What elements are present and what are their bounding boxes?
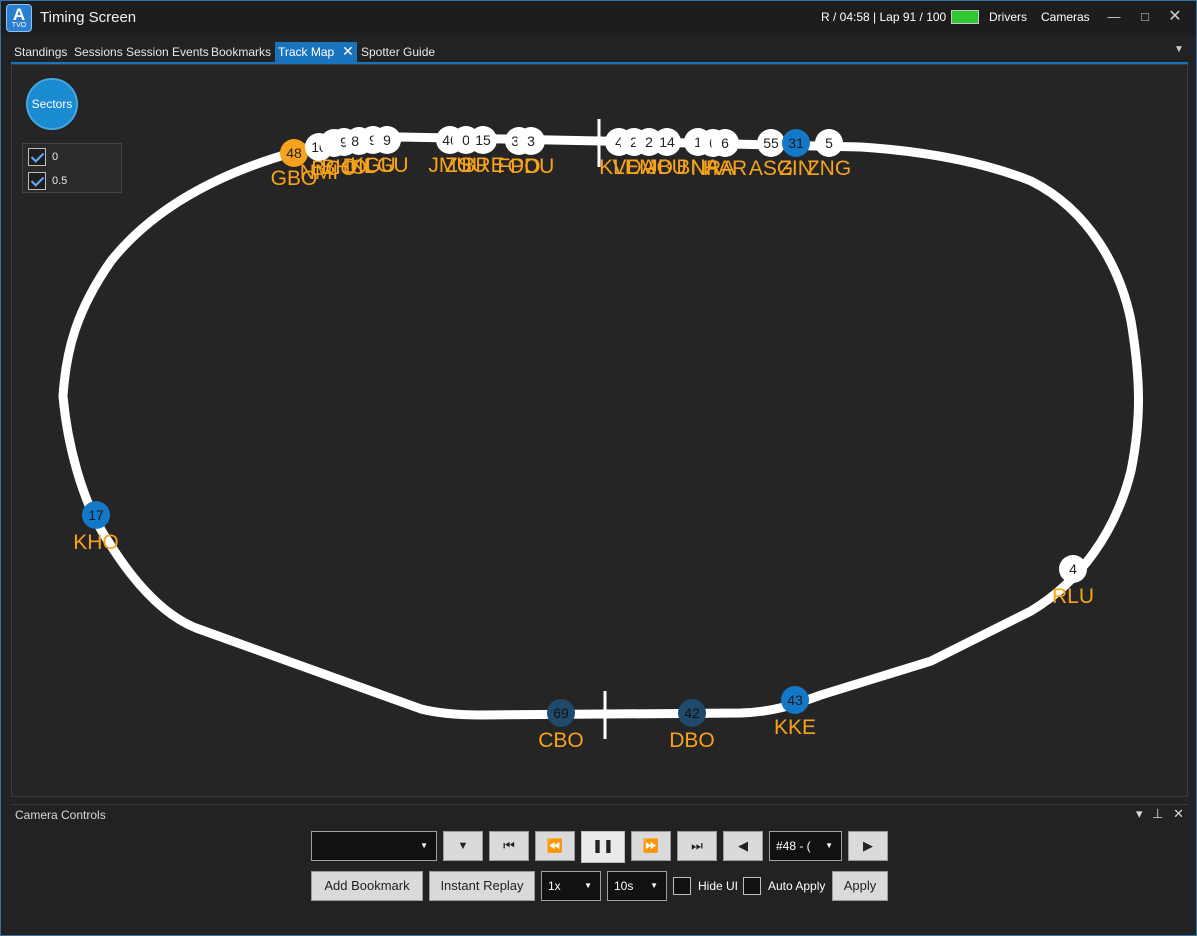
track-outline <box>58 132 1143 720</box>
driver-select-value: #48 - ( <box>776 839 811 853</box>
previous-driver-button[interactable]: ◀ <box>723 831 763 861</box>
duration-select-value: 10s <box>614 879 634 893</box>
camera-select[interactable]: ▼ <box>311 831 437 861</box>
camera-controls-title: Camera Controls <box>15 808 106 822</box>
sectors-button[interactable]: Sectors <box>26 78 78 130</box>
chevron-down-icon: ▼ <box>650 881 658 890</box>
car-number: 9 <box>383 132 391 148</box>
car-driver-label: KHO <box>73 531 119 554</box>
car-driver-label: ZNG <box>807 157 851 180</box>
car-number: 69 <box>553 705 569 721</box>
next-driver-button[interactable]: ▶ <box>848 831 888 861</box>
auto-apply-label: Auto Apply <box>768 879 826 893</box>
sector-row[interactable]: 0 <box>28 146 58 168</box>
car-number: 43 <box>787 692 803 708</box>
skip-end-icon: ⏭ <box>691 838 703 853</box>
instant-replay-button[interactable]: Instant Replay <box>429 871 535 901</box>
car-driver-label: CBO <box>538 729 584 752</box>
car-marker[interactable]: 42 <box>678 699 706 727</box>
pin-icon[interactable]: ⊥ <box>1152 806 1163 821</box>
chevron-down-icon: ▼ <box>420 841 428 850</box>
car-marker[interactable]: 15 <box>469 126 497 154</box>
car-marker[interactable]: 14 <box>653 128 681 156</box>
car-number: 2 <box>645 134 653 150</box>
car-number: 48 <box>286 145 302 161</box>
car-marker[interactable]: 31 <box>782 129 810 157</box>
driver-select[interactable]: #48 - ( ▼ <box>769 831 842 861</box>
car-number: 42 <box>684 705 700 721</box>
chevron-down-icon: ▼ <box>825 841 833 850</box>
car-marker[interactable]: 43 <box>781 686 809 714</box>
auto-apply-option[interactable]: Auto Apply <box>743 877 825 895</box>
car-marker[interactable]: 69 <box>547 699 575 727</box>
skip-start-icon: ⏮ <box>503 838 515 853</box>
fast-forward-icon: ⏩ <box>642 838 660 853</box>
car-driver-label: RLU <box>1052 585 1094 608</box>
main-window: A TVO Timing Screen R / 04:58 | Lap 91 /… <box>0 0 1197 936</box>
car-number: 17 <box>88 507 104 523</box>
chevron-down-icon: ▼ <box>457 840 469 852</box>
car-number: 3 <box>527 133 535 149</box>
speed-select[interactable]: 1x ▼ <box>541 871 601 901</box>
hide-ui-label: Hide UI <box>698 879 739 893</box>
hide-ui-checkbox[interactable] <box>673 877 691 895</box>
sector-checkbox[interactable] <box>28 148 46 166</box>
skip-start-button[interactable]: ⏮ <box>489 831 529 861</box>
car-number: 0 <box>462 132 470 148</box>
car-number: 14 <box>659 134 675 150</box>
car-marker[interactable]: 3 <box>517 127 545 155</box>
car-driver-label: HAR <box>703 157 747 180</box>
panel-menu-icon[interactable]: ▾ <box>1136 806 1143 821</box>
car-driver-label: ODU <box>508 155 555 178</box>
auto-apply-checkbox[interactable] <box>743 877 761 895</box>
hide-ui-option[interactable]: Hide UI <box>673 877 738 895</box>
panel-icons: ▾ ⊥ ✕ <box>1130 806 1184 822</box>
caret-left-icon: ◀ <box>738 838 748 853</box>
sector-row[interactable]: 0.5 <box>28 170 67 192</box>
chevron-down-icon: ▼ <box>584 881 592 890</box>
pause-icon: ❚❚ <box>592 838 614 853</box>
sector-label: 0 <box>52 151 59 163</box>
car-marker[interactable]: 4 <box>1059 555 1087 583</box>
caret-right-icon: ▶ <box>863 838 873 853</box>
car-marker[interactable]: 17 <box>82 501 110 529</box>
car-driver-label: DBO <box>669 729 715 752</box>
skip-end-button[interactable]: ⏭ <box>677 831 717 861</box>
sector-list: 0 0.5 <box>22 143 122 193</box>
car-number: 4 <box>1069 561 1077 577</box>
car-marker[interactable]: 6 <box>711 129 739 157</box>
car-marker[interactable]: 48 <box>280 139 308 167</box>
fast-forward-button[interactable]: ⏩ <box>631 831 671 861</box>
rewind-icon: ⏪ <box>546 838 564 853</box>
sector-checkbox[interactable] <box>28 172 46 190</box>
add-bookmark-button[interactable]: Add Bookmark <box>311 871 423 901</box>
car-driver-label: LGU <box>365 154 408 177</box>
car-number: 5 <box>825 135 833 151</box>
car-driver-label: KKE <box>774 716 816 739</box>
panel-close-icon[interactable]: ✕ <box>1173 806 1184 821</box>
speed-select-value: 1x <box>548 879 561 893</box>
duration-select[interactable]: 10s ▼ <box>607 871 667 901</box>
track-map: GBONMIBCOBHODILKGULGU JMUZSUBREFPOODU KLEV… <box>58 119 1143 752</box>
sector-label: 0.5 <box>52 175 68 187</box>
car-number: 55 <box>763 135 779 151</box>
car-number: 6 <box>721 135 729 151</box>
apply-button[interactable]: Apply <box>832 871 888 901</box>
car-marker[interactable]: 5 <box>815 129 843 157</box>
car-marker[interactable]: 9 <box>373 126 401 154</box>
car-number: 15 <box>475 132 491 148</box>
car-number: 31 <box>788 135 804 151</box>
pause-button[interactable]: ❚❚ <box>581 831 625 863</box>
rewind-button[interactable]: ⏪ <box>535 831 575 861</box>
camera-controls-header: Camera Controls ▾ ⊥ ✕ <box>11 804 1188 824</box>
dropdown-button[interactable]: ▼ <box>443 831 483 861</box>
car-marker[interactable]: 55 <box>757 129 785 157</box>
